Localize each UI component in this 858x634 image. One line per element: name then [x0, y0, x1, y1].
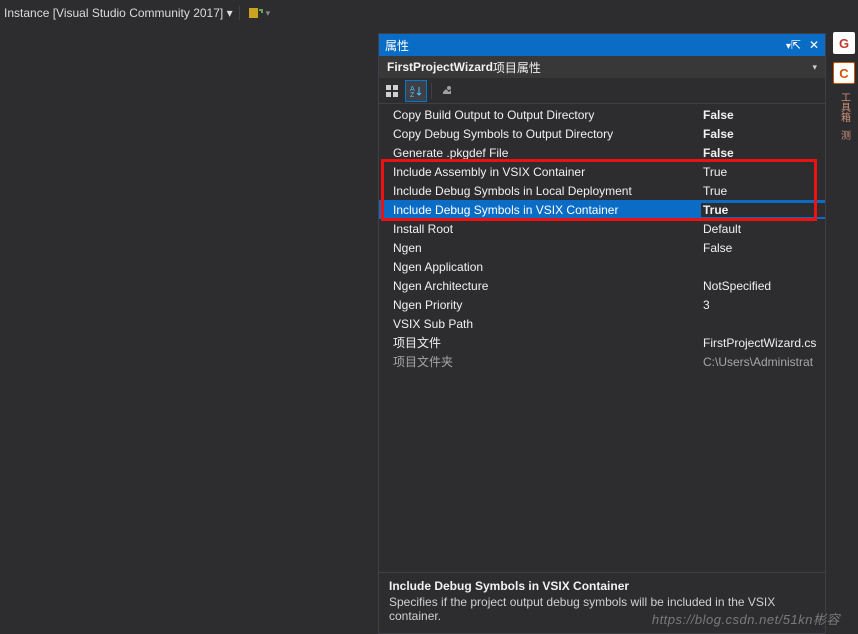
property-value[interactable]: False [703, 108, 825, 122]
svg-text:Z: Z [410, 92, 415, 98]
property-row[interactable]: 项目文件夹C:\Users\Administrat [379, 352, 825, 371]
pin-icon[interactable]: ⇱ [791, 38, 801, 52]
property-name: VSIX Sub Path [393, 317, 703, 331]
editor-area [0, 26, 370, 634]
property-row[interactable]: Include Debug Symbols in VSIX ContainerT… [379, 200, 825, 219]
property-row[interactable]: Copy Build Output to Output DirectoryFal… [379, 105, 825, 124]
property-name: Install Root [393, 222, 703, 236]
categorized-view-button[interactable] [381, 80, 403, 102]
property-row[interactable]: Ngen Application [379, 257, 825, 276]
property-value[interactable]: True [703, 184, 825, 198]
panel-title-text: 属性 [385, 37, 409, 54]
property-row[interactable]: 项目文件FirstProjectWizard.cs [379, 333, 825, 352]
new-item-icon[interactable] [246, 4, 264, 22]
panel-titlebar[interactable]: 属性 ⇱ ✕ [379, 34, 825, 56]
debug-target-label[interactable]: Instance [Visual Studio Community 2017] … [4, 6, 233, 20]
tool-tile-g[interactable]: G [833, 32, 855, 54]
property-value[interactable]: FirstProjectWizard.cs [703, 336, 825, 350]
window-position-menu-icon[interactable] [780, 38, 791, 52]
property-name: Ngen Priority [393, 298, 703, 312]
property-name: Copy Debug Symbols to Output Directory [393, 127, 703, 141]
property-name: Include Assembly in VSIX Container [393, 165, 703, 179]
toolbar-dropdown-icon[interactable]: ▾ [266, 8, 271, 19]
object-name: FirstProjectWizard [387, 60, 493, 74]
object-dropdown-icon[interactable]: ▾ [812, 62, 817, 73]
property-row[interactable]: Ngen Priority3 [379, 295, 825, 314]
description-pane: Include Debug Symbols in VSIX Container … [379, 572, 825, 633]
property-name: Ngen Application [393, 260, 703, 274]
property-row[interactable]: Generate .pkgdef FileFalse [379, 143, 825, 162]
property-name: 项目文件 [393, 334, 703, 351]
property-value[interactable]: True▾ [701, 203, 825, 217]
right-tool-tabs: G C 工具箱 测 [830, 26, 858, 634]
property-row[interactable]: Include Debug Symbols in Local Deploymen… [379, 181, 825, 200]
property-name: 项目文件夹 [393, 353, 703, 370]
tool-tile-c[interactable]: C [833, 62, 855, 84]
test-tab-label[interactable]: 测 [837, 130, 852, 140]
toolbox-tab-label[interactable]: 工具箱 [837, 92, 852, 122]
help-title: Include Debug Symbols in VSIX Container [389, 579, 815, 593]
property-row[interactable]: Ngen ArchitectureNotSpecified [379, 276, 825, 295]
property-row[interactable]: Install RootDefault [379, 219, 825, 238]
property-row[interactable]: Include Assembly in VSIX ContainerTrue [379, 162, 825, 181]
properties-panel: 属性 ⇱ ✕ FirstProjectWizard 项目属性 ▾ AZ Copy… [378, 33, 826, 634]
property-name: Include Debug Symbols in Local Deploymen… [393, 184, 703, 198]
property-value[interactable]: 3 [703, 298, 825, 312]
object-selector[interactable]: FirstProjectWizard 项目属性 ▾ [379, 56, 825, 78]
property-row[interactable]: VSIX Sub Path [379, 314, 825, 333]
alphabetical-view-button[interactable]: AZ [405, 80, 427, 102]
property-value[interactable]: True [703, 165, 825, 179]
property-name: Ngen Architecture [393, 279, 703, 293]
toolbar-separator [239, 6, 240, 20]
property-name: Copy Build Output to Output Directory [393, 108, 703, 122]
property-value[interactable]: False [703, 127, 825, 141]
property-row[interactable]: Copy Debug Symbols to Output DirectoryFa… [379, 124, 825, 143]
help-description: Specifies if the project output debug sy… [389, 595, 815, 623]
property-value[interactable]: Default [703, 222, 825, 236]
property-grid[interactable]: Copy Build Output to Output DirectoryFal… [379, 104, 825, 572]
toolbar-divider [431, 83, 432, 99]
object-type: 项目属性 [493, 59, 541, 76]
property-pages-button[interactable] [436, 80, 458, 102]
close-icon[interactable]: ✕ [809, 38, 819, 52]
ide-topbar: Instance [Visual Studio Community 2017] … [0, 0, 858, 26]
property-value[interactable]: False [703, 146, 825, 160]
property-value[interactable]: C:\Users\Administrat [703, 355, 825, 369]
property-name: Generate .pkgdef File [393, 146, 703, 160]
properties-toolbar: AZ [379, 78, 825, 104]
property-name: Include Debug Symbols in VSIX Container [393, 203, 703, 217]
property-value[interactable]: NotSpecified [703, 279, 825, 293]
property-row[interactable]: NgenFalse [379, 238, 825, 257]
property-name: Ngen [393, 241, 703, 255]
property-value[interactable]: False [703, 241, 825, 255]
